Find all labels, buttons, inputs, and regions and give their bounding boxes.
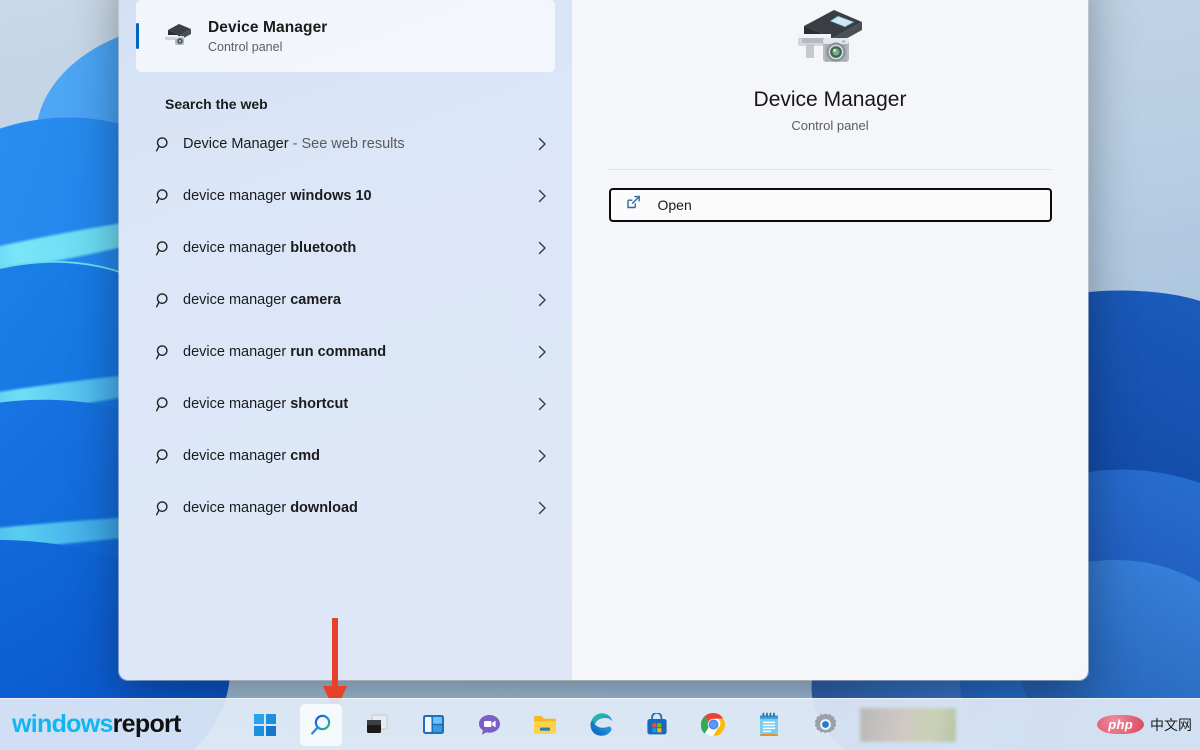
web-suggestion-label: device manager camera [183, 292, 529, 308]
task-view-button[interactable] [356, 704, 398, 746]
taskbar-search-button[interactable] [300, 704, 342, 746]
taskbar-icon-group [244, 704, 956, 746]
web-suggestion-label: Device Manager - See web results [183, 136, 529, 152]
start-button[interactable] [244, 704, 286, 746]
chevron-right-icon[interactable] [529, 345, 555, 359]
search-icon [148, 136, 178, 153]
notepad-button[interactable] [748, 704, 790, 746]
chevron-right-icon[interactable] [529, 397, 555, 411]
open-button[interactable]: Open [609, 188, 1052, 222]
web-suggestion-row[interactable]: device manager windows 10 [136, 170, 555, 222]
chat-button[interactable] [468, 704, 510, 746]
web-suggestion-label: device manager cmd [183, 448, 529, 464]
web-suggestion-label: device manager run command [183, 344, 529, 360]
chevron-right-icon[interactable] [529, 293, 555, 307]
chevron-right-icon[interactable] [529, 501, 555, 515]
external-link-icon [625, 194, 642, 216]
php-text: 中文网 [1150, 715, 1192, 735]
preview-app-subtitle: Control panel [791, 118, 868, 133]
selection-accent-bar [136, 23, 139, 49]
best-match-result[interactable]: Device Manager Control panel [136, 0, 555, 72]
web-suggestion-row[interactable]: device manager bluetooth [136, 222, 555, 274]
php-watermark: php 中文网 [1097, 699, 1192, 750]
search-results-pane: Device Manager Control panel Search the … [119, 0, 572, 680]
app-preview-pane: Device Manager Control panel Open [572, 0, 1088, 680]
web-suggestion-row[interactable]: Device Manager - See web results [136, 118, 555, 170]
web-suggestion-label: device manager windows 10 [183, 188, 529, 204]
chevron-right-icon[interactable] [529, 241, 555, 255]
search-icon [148, 448, 178, 465]
search-icon [148, 344, 178, 361]
file-explorer-button[interactable] [524, 704, 566, 746]
search-icon [148, 292, 178, 309]
search-icon [148, 240, 178, 257]
preview-app-title: Device Manager [754, 88, 907, 112]
watermark-part-b: report [113, 710, 181, 738]
web-suggestion-list: Device Manager - See web results device m… [119, 118, 572, 534]
web-suggestion-row[interactable]: device manager cmd [136, 430, 555, 482]
chevron-right-icon[interactable] [529, 449, 555, 463]
widgets-button[interactable] [412, 704, 454, 746]
open-button-label: Open [658, 197, 692, 213]
windows-report-watermark: windowsreport [12, 699, 181, 750]
chrome-button[interactable] [692, 704, 734, 746]
taskbar: windowsreport [0, 698, 1200, 750]
search-icon [148, 500, 178, 517]
pinned-thumbnail[interactable] [860, 708, 956, 742]
web-suggestion-row[interactable]: device manager camera [136, 274, 555, 326]
web-suggestion-label: device manager shortcut [183, 396, 529, 412]
web-suggestion-row[interactable]: device manager run command [136, 326, 555, 378]
chevron-right-icon[interactable] [529, 189, 555, 203]
chevron-right-icon[interactable] [529, 137, 555, 151]
web-suggestion-label: device manager bluetooth [183, 240, 529, 256]
web-suggestion-row[interactable]: device manager shortcut [136, 378, 555, 430]
desktop: Device Manager Control panel Search the … [0, 0, 1200, 750]
device-manager-icon [162, 19, 194, 54]
device-manager-icon [790, 0, 870, 70]
settings-button[interactable] [804, 704, 846, 746]
web-suggestion-label: device manager download [183, 500, 529, 516]
search-flyout-panel: Device Manager Control panel Search the … [119, 0, 1088, 680]
search-icon [148, 188, 178, 205]
watermark-part-a: windows [12, 710, 113, 738]
best-match-title: Device Manager [208, 19, 327, 37]
edge-button[interactable] [580, 704, 622, 746]
web-suggestion-row[interactable]: device manager download [136, 482, 555, 534]
best-match-subtitle: Control panel [208, 40, 327, 54]
store-button[interactable] [636, 704, 678, 746]
preview-divider [609, 169, 1052, 170]
php-pill: php [1097, 715, 1144, 734]
section-header-search-the-web: Search the web [165, 96, 572, 112]
search-icon [148, 396, 178, 413]
